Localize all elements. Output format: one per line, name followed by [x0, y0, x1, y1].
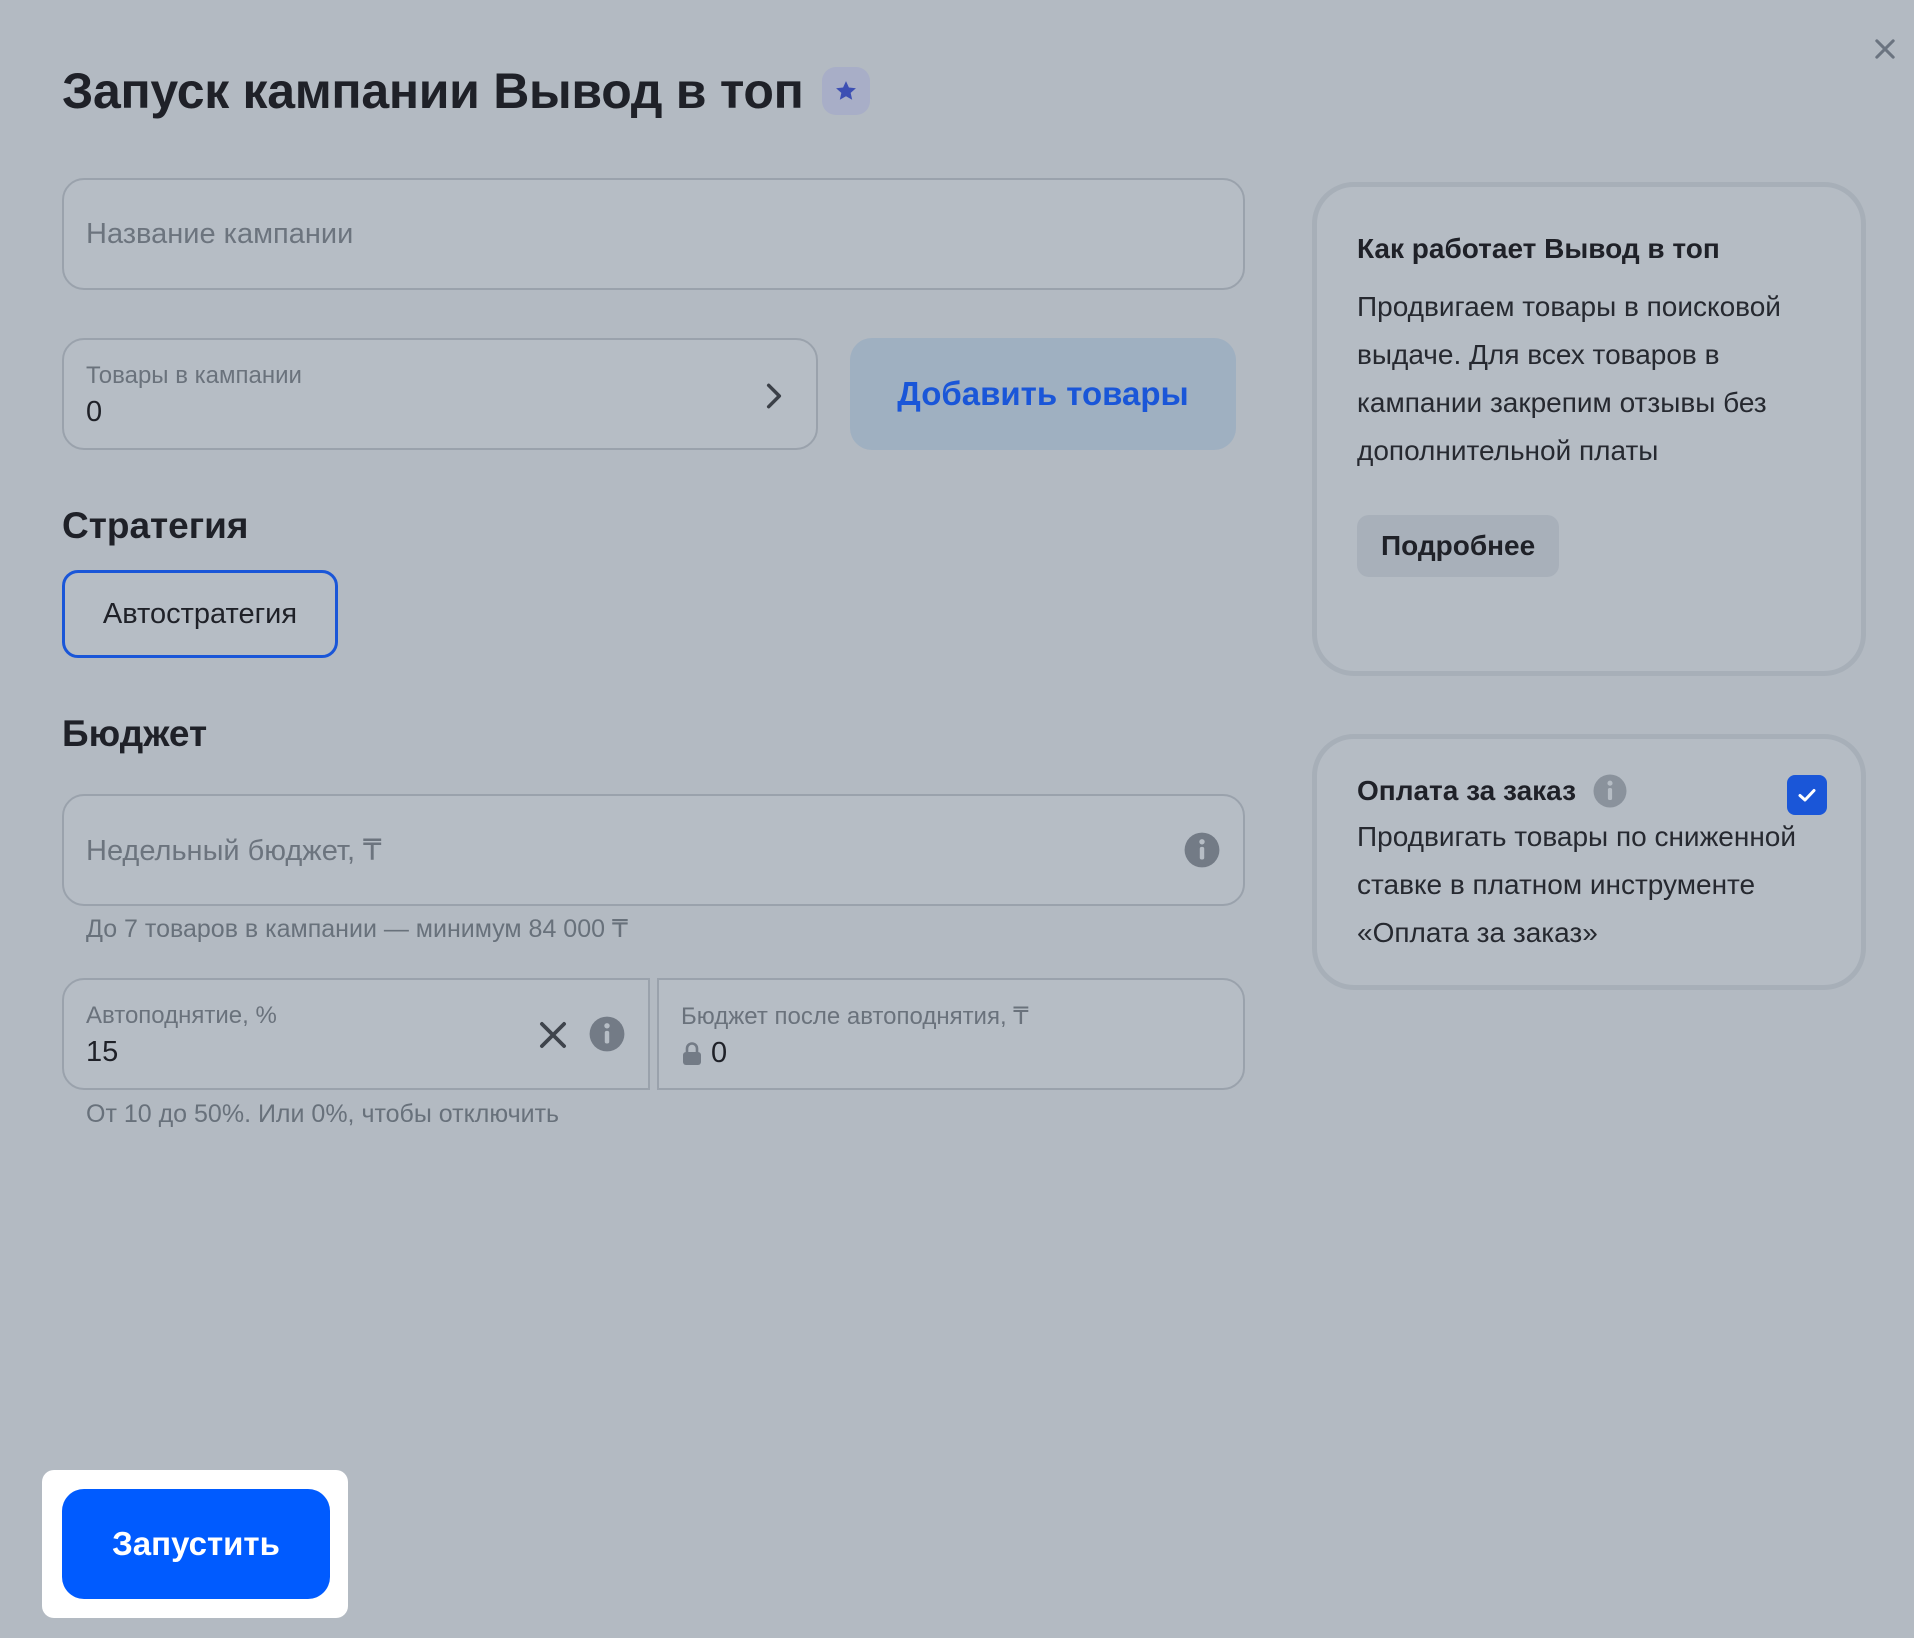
pay-per-order-card: Оплата за заказ Продвигать товары по сни… [1312, 734, 1866, 990]
info-icon[interactable] [588, 1015, 626, 1053]
weekly-budget-input[interactable]: Недельный бюджет, ₸ [62, 794, 1245, 906]
campaign-name-input[interactable]: Название кампании [62, 178, 1245, 290]
budget-after-raise-row: 0 [681, 1037, 1221, 1070]
auto-raise-input[interactable]: Автоподнятие, % 15 [62, 978, 650, 1090]
how-it-works-card: Как работает Вывод в топ Продвигаем това… [1312, 182, 1866, 676]
learn-more-button[interactable]: Подробнее [1357, 515, 1560, 577]
pay-per-order-text: Продвигать товары по сниженной ставке в … [1357, 821, 1797, 948]
info-icon[interactable] [1592, 773, 1628, 809]
clear-icon[interactable] [534, 1016, 572, 1054]
chevron-right-icon [766, 383, 782, 409]
pay-per-order-checkbox[interactable] [1787, 775, 1827, 815]
budget-after-raise-value: 0 [711, 1037, 728, 1069]
star-icon [821, 67, 870, 115]
info-icon[interactable] [1183, 831, 1221, 869]
budget-heading: Бюджет [62, 713, 208, 754]
strategy-heading: Стратегия [62, 505, 249, 546]
add-products-button[interactable]: Добавить товары [850, 338, 1236, 450]
modal-header: Запуск кампании Вывод в топ [62, 62, 870, 120]
lock-icon [683, 1041, 701, 1065]
strategy-option-auto[interactable]: Автостратегия [62, 570, 338, 658]
check-icon [1798, 789, 1816, 802]
how-it-works-text: Продвигаем товары в поисковой выдаче. Дл… [1357, 291, 1781, 466]
pay-per-order-header: Оплата за заказ [1357, 773, 1821, 809]
close-icon[interactable] [1868, 32, 1902, 66]
how-it-works-title: Как работает Вывод в топ [1357, 233, 1720, 264]
weekly-budget-hint: До 7 товаров в кампании — минимум 84 000… [86, 915, 628, 943]
weekly-budget-placeholder: Недельный бюджет, ₸ [86, 834, 382, 867]
campaign-name-placeholder: Название кампании [86, 217, 354, 250]
budget-after-raise-label: Бюджет после автоподнятия, ₸ [681, 1003, 1029, 1030]
launch-button[interactable]: Запустить [62, 1489, 330, 1599]
budget-after-raise-field: Бюджет после автоподнятия, ₸ 0 [657, 978, 1245, 1090]
page-title: Запуск кампании Вывод в топ [62, 63, 804, 119]
products-label: Товары в кампании [86, 362, 302, 389]
products-selector[interactable]: Товары в кампании 0 [62, 338, 818, 450]
products-count: 0 [86, 396, 103, 428]
pay-per-order-title: Оплата за заказ [1357, 775, 1576, 806]
auto-raise-hint: От 10 до 50%. Или 0%, чтобы отключить [86, 1100, 560, 1128]
